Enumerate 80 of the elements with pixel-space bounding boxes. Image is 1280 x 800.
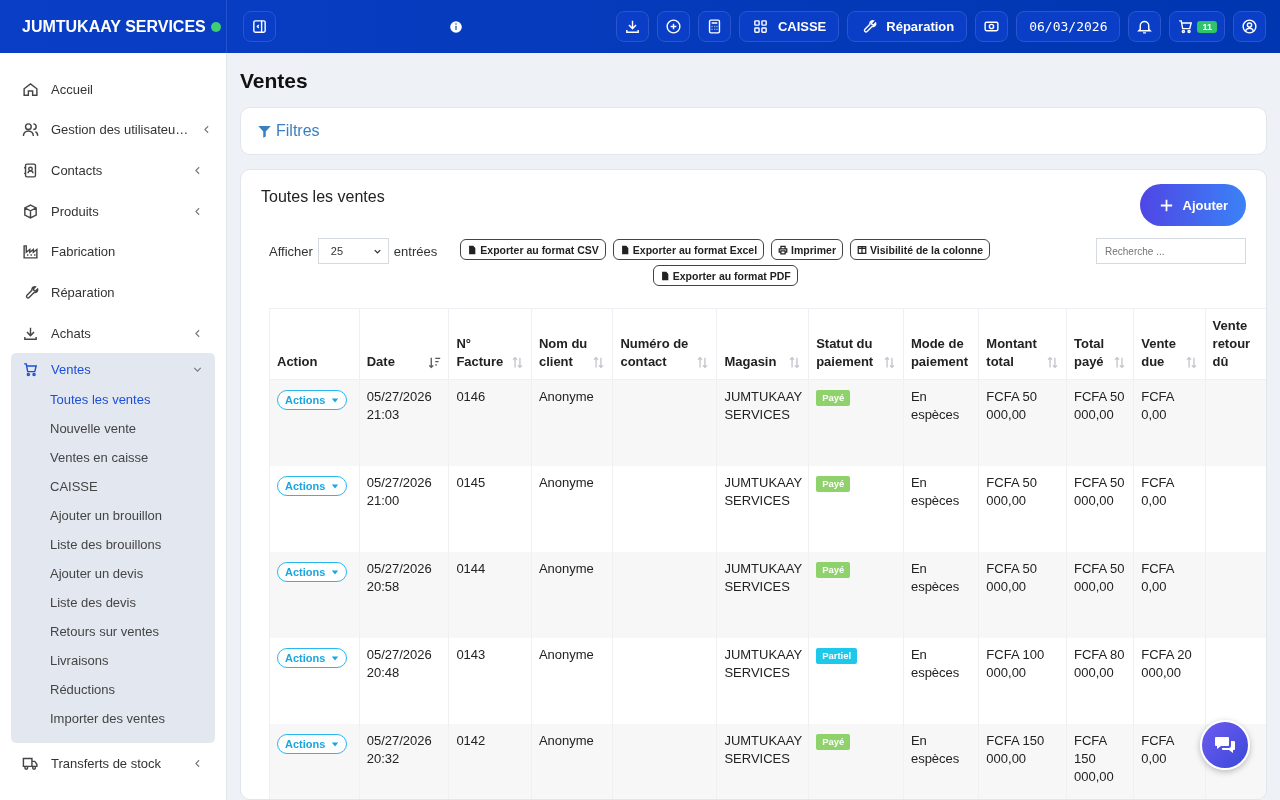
entries-label: entrées	[393, 243, 438, 259]
cart-count-badge: 11	[1197, 20, 1217, 33]
status-badge: Partiel	[816, 648, 858, 664]
table-cell: 05/27/2026 20:32	[359, 724, 449, 799]
export-button[interactable]: Imprimer	[771, 239, 844, 260]
submenu-item[interactable]: Importer des ventes	[11, 704, 215, 734]
column-header[interactable]: Numéro de contact	[612, 308, 717, 380]
repair-button[interactable]: Réparation	[847, 11, 968, 42]
column-header[interactable]: Nom du client	[531, 308, 613, 380]
submenu-item[interactable]: Liste des brouillons	[11, 530, 215, 560]
status-badge: Payé	[816, 476, 851, 492]
submenu-item[interactable]: Retours sur ventes	[11, 617, 215, 647]
date-button[interactable]: 06/03/2026	[1016, 11, 1121, 42]
status-badge: Payé	[816, 562, 851, 578]
add-button[interactable]: Ajouter	[1139, 184, 1246, 226]
show-label: Afficher	[269, 243, 313, 259]
table-cell: FCFA 150 000,00	[1066, 724, 1134, 799]
table-cell: En espèces	[903, 724, 979, 799]
table-cell: FCFA 50 000,00	[1066, 379, 1134, 466]
submenu-item[interactable]: Livraisons	[11, 646, 215, 676]
column-header[interactable]: Montant total	[978, 308, 1067, 380]
column-header: Vente retour dû	[1205, 308, 1266, 380]
table-cell: JUMTUKAAY SERVICES	[716, 379, 809, 466]
table-cell: FCFA 50 000,00	[978, 552, 1067, 638]
sidebar-item[interactable]: Transferts de stock	[11, 743, 215, 784]
sidebar-item[interactable]: Produits	[11, 190, 215, 232]
sidebar-item[interactable]: Ventes	[11, 353, 215, 386]
table-cell: En espèces	[903, 379, 979, 466]
table-cell: Anonyme	[531, 552, 613, 638]
submenu-item[interactable]: Ajouter un brouillon	[11, 501, 215, 531]
sidebar-item[interactable]: Achats	[11, 312, 215, 354]
column-header[interactable]: Total payé	[1066, 308, 1134, 380]
table-cell: JUMTUKAAY SERVICES	[716, 552, 809, 638]
sidebar-item[interactable]: Contacts	[11, 150, 215, 191]
column-header[interactable]: Date	[359, 308, 449, 380]
sidebar-item[interactable]: Accueil	[11, 69, 215, 110]
column-header: Action	[269, 308, 360, 380]
brand-name: JUMTUKAAY SERVICES	[22, 17, 206, 36]
table-cell: JUMTUKAAY SERVICES	[716, 724, 809, 799]
column-header[interactable]: Statut du paiement	[808, 308, 904, 380]
table-cell: 0144	[448, 552, 532, 638]
sidebar-item[interactable]: Fabrication	[11, 231, 215, 273]
column-header[interactable]: Magasin	[716, 308, 809, 380]
column-header[interactable]: Vente due	[1133, 308, 1206, 380]
card-title: Toutes les ventes	[261, 188, 385, 206]
submenu-item[interactable]: Ventes en caisse	[11, 443, 215, 473]
export-button[interactable]: Visibilité de la colonne	[850, 239, 991, 260]
status-badge: Payé	[816, 734, 851, 750]
export-button[interactable]: Exporter au format PDF	[652, 265, 798, 286]
table-cell: FCFA 0,00	[1133, 379, 1206, 466]
table-cell: 0142	[448, 724, 532, 799]
submenu-item[interactable]: CAISSE	[11, 472, 215, 502]
search-field[interactable]: Recherche ...	[1096, 238, 1246, 264]
submenu-item[interactable]: Nouvelle vente	[11, 414, 215, 444]
table-cell: 0146	[448, 379, 532, 466]
cash-register-button[interactable]: CAISSE	[738, 11, 840, 42]
table-cell: FCFA 50 000,00	[1066, 552, 1134, 638]
export-button[interactable]: Exporter au format CSV	[460, 239, 606, 260]
table-cell: En espèces	[903, 552, 979, 638]
table-cell: Anonyme	[531, 379, 613, 466]
table-cell: FCFA 0,00	[1133, 552, 1206, 638]
export-button[interactable]: Exporter au format Excel	[612, 239, 765, 260]
table-cell: 05/27/2026 20:58	[359, 552, 449, 638]
status-badge: Payé	[816, 390, 851, 406]
submenu-item[interactable]: Liste des devis	[11, 588, 215, 618]
column-header: Mode de paiement	[903, 308, 979, 380]
table-cell: Anonyme	[531, 724, 613, 799]
filters-toggle[interactable]: Filtres	[257, 122, 320, 140]
page-title: Ventes	[240, 69, 309, 93]
table-cell: FCFA 0,00	[1133, 724, 1206, 799]
column-header[interactable]: N° Facture	[448, 308, 532, 380]
page-size-select[interactable]: 25	[317, 238, 389, 264]
sidebar-item[interactable]: Réparation	[11, 272, 215, 313]
table-cell: 05/27/2026 21:03	[359, 379, 449, 466]
sidebar-item[interactable]: Gestion des utilisateu…	[11, 109, 215, 151]
table-cell: FCFA 50 000,00	[978, 379, 1067, 466]
submenu-item[interactable]: Toutes les ventes	[11, 385, 215, 415]
submenu-item[interactable]: Ajouter un devis	[11, 559, 215, 589]
submenu-item[interactable]: Réductions	[11, 675, 215, 705]
table-cell: FCFA 150 000,00	[978, 724, 1067, 799]
